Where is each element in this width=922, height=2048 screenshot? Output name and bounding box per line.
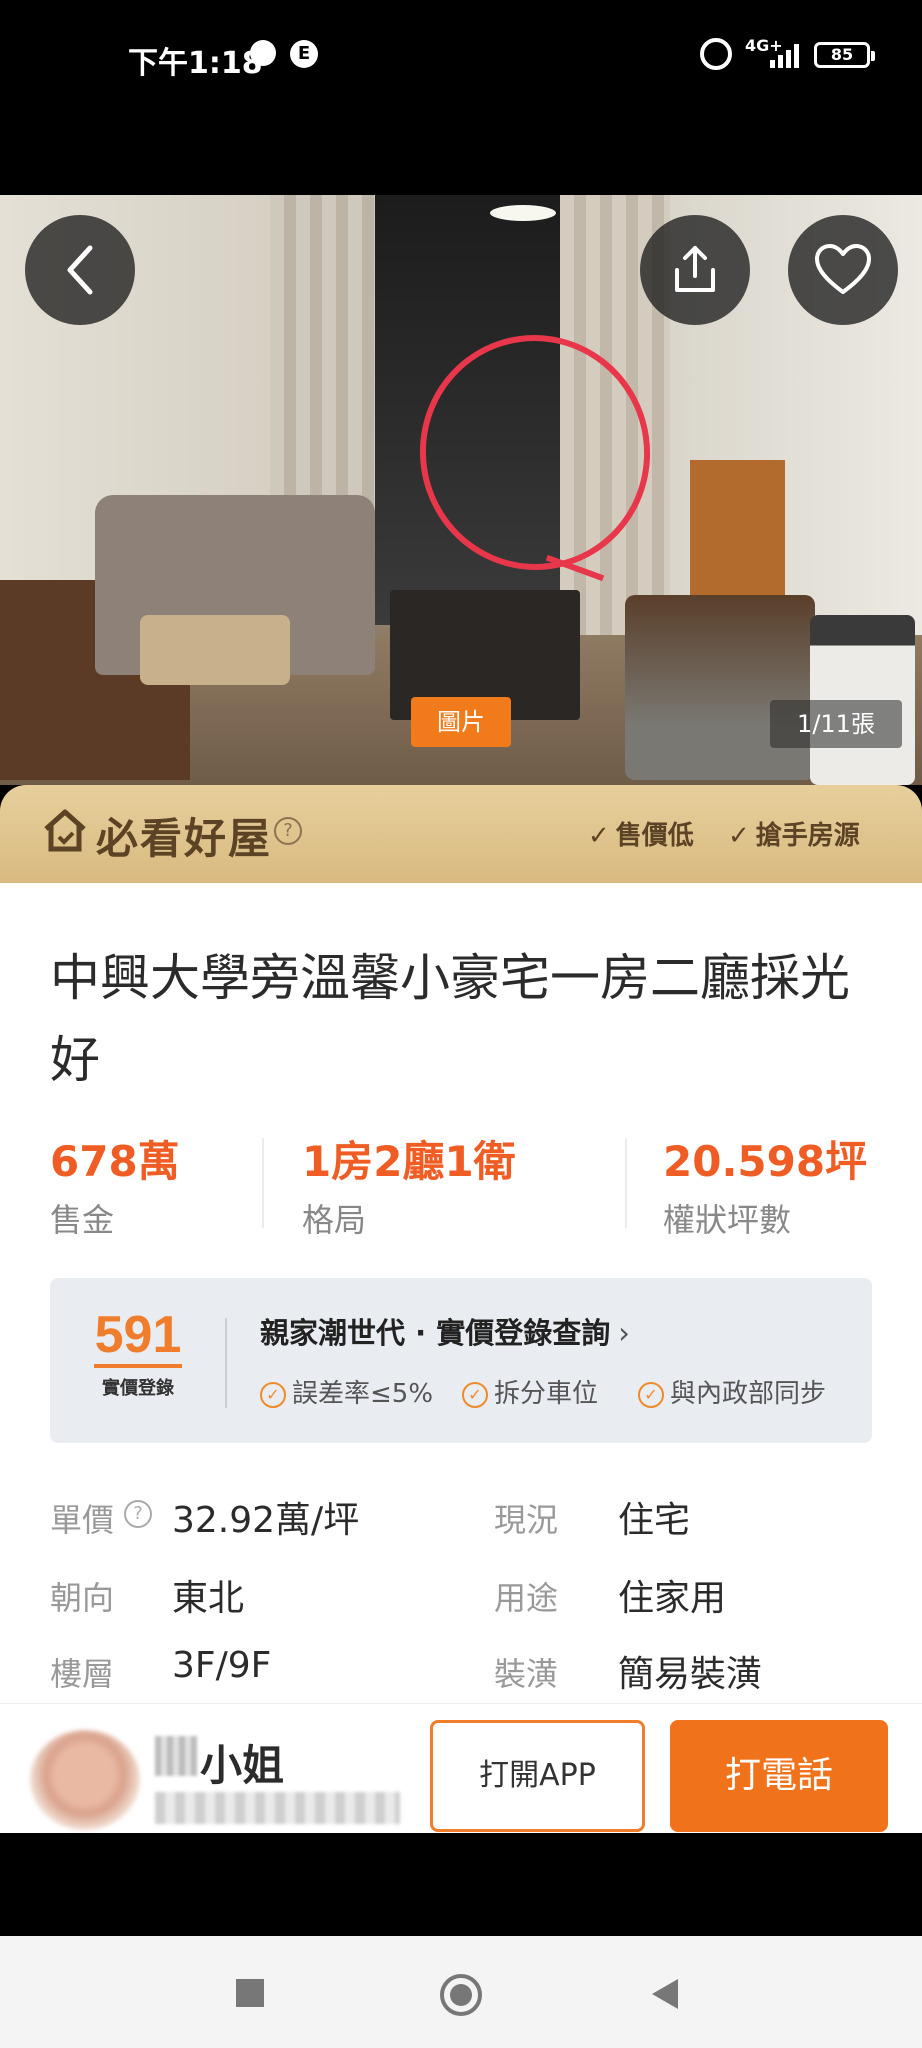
blurred-agent-info bbox=[155, 1792, 400, 1824]
status-time: 下午1:18 bbox=[128, 46, 263, 81]
black-band bbox=[0, 1833, 922, 1936]
recents-icon[interactable] bbox=[236, 1979, 264, 2007]
check-circle-icon: ✓ bbox=[462, 1381, 488, 1408]
heart-icon bbox=[815, 244, 871, 294]
spec-label-decoration: 裝潢 bbox=[494, 1655, 559, 1693]
stat-layout: 1房2廳1衛 格局 bbox=[302, 1137, 516, 1239]
tag-hot-listing: ✓ 搶手房源 bbox=[728, 821, 860, 851]
feature-error-rate: ✓ 誤差率≤5% bbox=[260, 1373, 433, 1410]
spec-value-floor: 3F/9F bbox=[172, 1645, 272, 1686]
help-icon[interactable]: ? bbox=[274, 817, 302, 845]
blurred-surname bbox=[155, 1736, 197, 1776]
banner-title: 必看好屋 bbox=[96, 814, 273, 863]
photo-counter: 1/11張 bbox=[770, 700, 902, 748]
listing-title: 中興大學旁溫馨小豪宅一房二廳採光好 bbox=[50, 949, 850, 1089]
stat-area: 20.598坪 權狀坪數 bbox=[663, 1137, 868, 1239]
app-notification-icon: E bbox=[290, 40, 318, 68]
listing-details: 中興大學旁溫馨小豪宅一房二廳採光好 678萬 售金 1房2廳1衛 格局 20.5… bbox=[0, 883, 922, 1703]
stat-price: 678萬 售金 bbox=[50, 1137, 180, 1239]
help-icon[interactable]: ? bbox=[124, 1500, 152, 1528]
call-button[interactable]: 打電話 bbox=[670, 1720, 888, 1832]
feature-sync: ✓ 與內政部同步 bbox=[638, 1373, 826, 1410]
spec-label-orientation: 朝向 bbox=[50, 1579, 115, 1617]
alarm-icon bbox=[700, 38, 732, 70]
spec-value-usage: 住家用 bbox=[618, 1578, 727, 1619]
signal-icon bbox=[770, 42, 804, 68]
must-see-banner: 必看好屋 ? ✓ 售價低 ✓ 搶手房源 bbox=[0, 785, 922, 883]
agent-name: 小姐 bbox=[200, 1741, 285, 1790]
back-triangle-icon[interactable] bbox=[652, 1979, 678, 2009]
status-bar: 下午1:18 E 4G+ 85 bbox=[0, 0, 922, 195]
back-button[interactable] bbox=[25, 215, 135, 325]
spec-value-orientation: 東北 bbox=[172, 1578, 245, 1619]
navigation-bar bbox=[0, 1936, 922, 2048]
share-button[interactable] bbox=[640, 215, 750, 325]
home-icon[interactable] bbox=[440, 1974, 482, 2016]
check-circle-icon: ✓ bbox=[638, 1381, 664, 1408]
591-logo: 591 實價登錄 bbox=[94, 1306, 182, 1399]
price-registry-card[interactable]: 591 實價登錄 親家潮世代 · 實價登錄查詢 › ✓ 誤差率≤5% ✓ 拆分車位 ✓… bbox=[50, 1278, 872, 1443]
notification-icon bbox=[250, 40, 276, 66]
spec-value-unit-price: 32.92萬/坪 bbox=[172, 1500, 360, 1541]
house-icon bbox=[44, 809, 86, 852]
favorite-button[interactable] bbox=[788, 215, 898, 325]
photo-tab-badge[interactable]: 圖片 bbox=[411, 697, 511, 747]
contact-bar: 小姐 打開APP 打電話 bbox=[0, 1703, 922, 1833]
spec-label-status: 現況 bbox=[494, 1501, 559, 1539]
avatar bbox=[30, 1730, 140, 1830]
feature-parking: ✓ 拆分車位 bbox=[462, 1373, 598, 1410]
check-circle-icon: ✓ bbox=[260, 1381, 286, 1408]
chevron-left-icon bbox=[67, 245, 93, 295]
share-icon bbox=[675, 246, 715, 292]
battery-icon: 85 bbox=[814, 42, 875, 68]
tag-low-price: ✓ 售價低 bbox=[588, 821, 694, 851]
registry-link[interactable]: 親家潮世代 · 實價登錄查詢 › bbox=[260, 1310, 630, 1352]
open-app-button[interactable]: 打開APP bbox=[430, 1720, 645, 1832]
spec-value-decoration: 簡易裝潢 bbox=[618, 1654, 763, 1695]
spec-value-status: 住宅 bbox=[618, 1500, 691, 1541]
chevron-right-icon: › bbox=[618, 1316, 630, 1350]
spec-label-floor: 樓層 bbox=[50, 1655, 115, 1693]
spec-label-unit-price: 單價 bbox=[50, 1501, 115, 1539]
spec-label-usage: 用途 bbox=[494, 1579, 559, 1617]
